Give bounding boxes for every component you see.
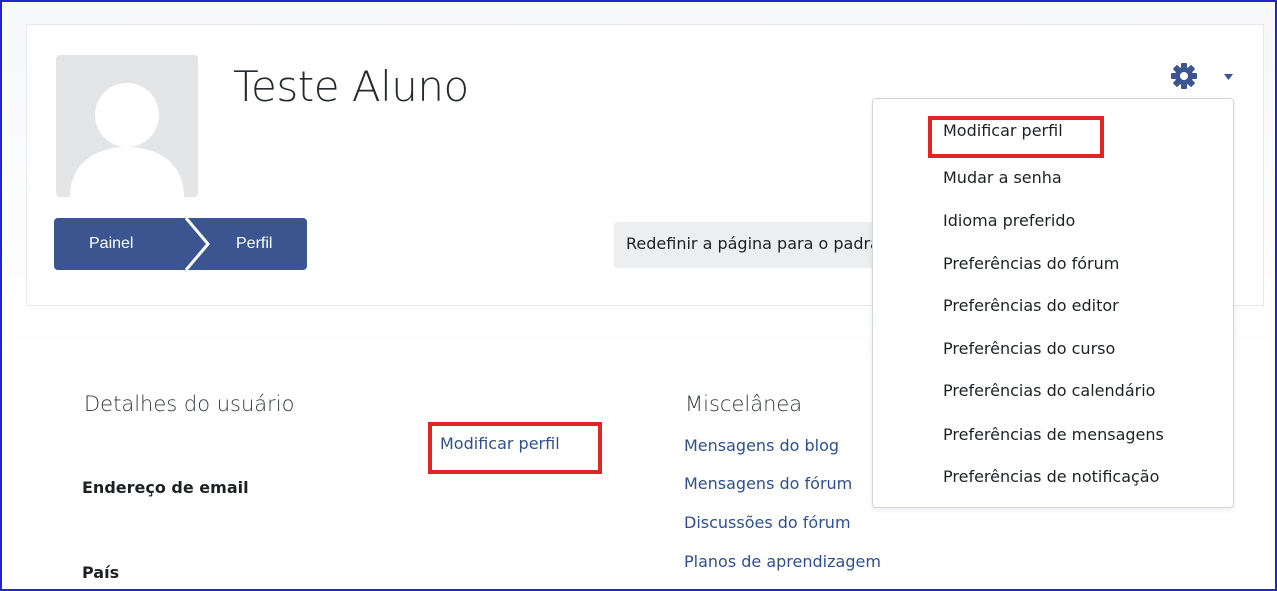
misc-links-clip: Mensagens do blog Mensagens do fórum	[684, 430, 874, 500]
menu-item-preferencias-mensagens[interactable]: Preferências de mensagens	[943, 425, 1164, 444]
page-title: Teste Aluno	[233, 62, 469, 111]
breadcrumb-separator	[184, 218, 212, 270]
breadcrumb: Painel Perfil	[54, 218, 307, 270]
default-user-icon	[56, 55, 198, 197]
menu-item-idioma-preferido[interactable]: Idioma preferido	[943, 211, 1075, 230]
menu-item-modificar-perfil[interactable]: Modificar perfil	[943, 121, 1063, 140]
breadcrumb-item-perfil[interactable]: Perfil	[212, 218, 307, 270]
menu-item-preferencias-forum[interactable]: Preferências do fórum	[943, 254, 1119, 273]
breadcrumb-label: Painel	[89, 235, 134, 252]
email-field-label: Endereço de email	[82, 478, 249, 497]
country-field-label: País	[82, 563, 120, 582]
menu-item-preferencias-editor[interactable]: Preferências do editor	[943, 296, 1119, 315]
breadcrumb-label: Perfil	[236, 235, 273, 252]
link-learning-plans[interactable]: Planos de aprendizagem	[684, 552, 881, 571]
link-forum-posts[interactable]: Mensagens do fórum	[684, 474, 852, 493]
link-blog-entries[interactable]: Mensagens do blog	[684, 436, 839, 455]
edit-profile-link[interactable]: Modificar perfil	[440, 434, 560, 453]
breadcrumb-item-painel[interactable]: Painel	[54, 218, 184, 270]
menu-item-preferencias-calendario[interactable]: Preferências do calendário	[943, 381, 1155, 400]
menu-item-mudar-senha[interactable]: Mudar a senha	[943, 168, 1062, 187]
link-forum-discussions[interactable]: Discussões do fórum	[684, 513, 851, 532]
gear-icon[interactable]	[1170, 62, 1198, 90]
miscellaneous-heading: Miscelânea	[685, 392, 803, 416]
user-details-heading: Detalhes do usuário	[84, 392, 295, 416]
avatar	[56, 55, 198, 197]
settings-dropdown-menu: Modificar perfil Mudar a senha Idioma pr…	[872, 98, 1234, 508]
chevron-down-icon[interactable]	[1224, 74, 1233, 80]
menu-item-preferencias-curso[interactable]: Preferências do curso	[943, 339, 1115, 358]
menu-item-preferencias-notificacao[interactable]: Preferências de notificação	[943, 467, 1159, 486]
